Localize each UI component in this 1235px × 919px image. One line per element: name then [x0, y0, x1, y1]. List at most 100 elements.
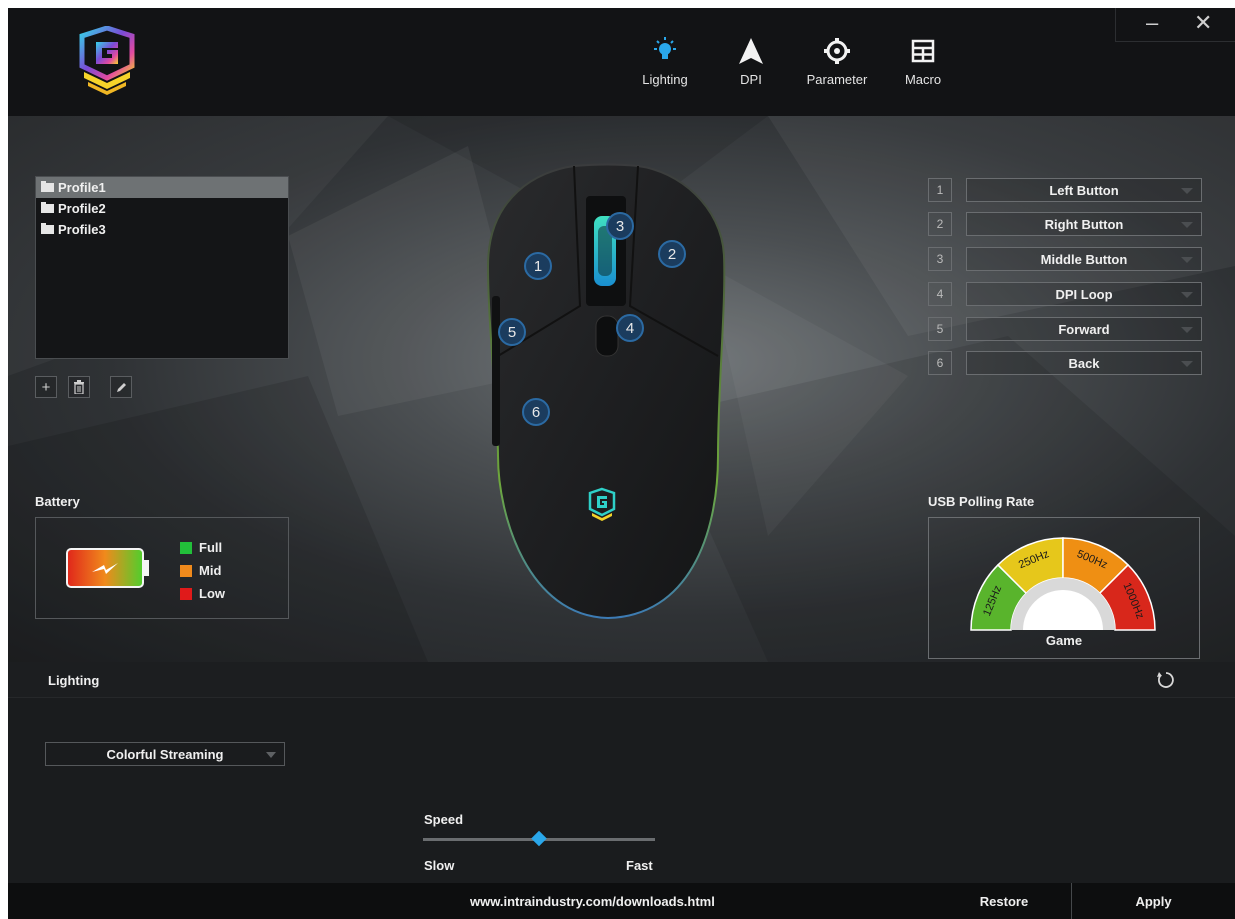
mouse-button-3-badge[interactable]: 3 [606, 212, 634, 240]
legend-item: Full [180, 536, 225, 559]
profile-label: Profile1 [58, 180, 106, 195]
legend-swatch [180, 564, 192, 577]
top-bar: Lighting DPI Parameter Macro – ✕ [8, 8, 1235, 116]
profile-item[interactable]: Profile2 [36, 198, 288, 219]
arrow-up-icon [739, 38, 763, 64]
assignment-row: 5 Forward [928, 317, 1202, 341]
mouse-button-1-badge[interactable]: 1 [524, 252, 552, 280]
mouse-button-2-badge[interactable]: 2 [658, 240, 686, 268]
assignment-row: 4 DPI Loop [928, 282, 1202, 306]
assignment-value: Back [1068, 355, 1100, 371]
assignment-select[interactable]: DPI Loop [966, 282, 1202, 306]
legend-item: Low [180, 582, 225, 605]
tab-parameter[interactable]: Parameter [802, 36, 872, 96]
reset-icon[interactable] [1156, 670, 1176, 690]
speed-slider[interactable] [423, 830, 655, 847]
minimize-button[interactable]: – [1146, 10, 1158, 36]
folder-icon [41, 223, 54, 234]
tab-parameter-label: Parameter [806, 72, 868, 87]
window-controls: – ✕ [1115, 8, 1235, 42]
trash-icon [74, 380, 84, 394]
speed-slider-handle[interactable] [531, 830, 547, 847]
folder-icon [41, 181, 54, 192]
bulb-icon [654, 37, 676, 59]
pencil-icon [116, 382, 126, 392]
assignment-select[interactable]: Right Button [966, 212, 1202, 236]
restore-button[interactable]: Restore [938, 883, 1070, 919]
assignment-select[interactable]: Left Button [966, 178, 1202, 202]
assignment-number: 5 [928, 317, 952, 341]
assignment-row: 6 Back [928, 351, 1202, 375]
apply-button[interactable]: Apply [1072, 883, 1235, 919]
rename-profile-button[interactable] [110, 376, 132, 398]
assignment-value: Right Button [1044, 216, 1124, 232]
chevron-down-icon [1181, 257, 1193, 263]
legend-label: Low [199, 586, 225, 601]
chevron-down-icon [1181, 361, 1193, 367]
assignment-number: 2 [928, 212, 952, 236]
footer-bar: www.intraindustry.com/downloads.html Res… [8, 883, 1235, 919]
battery-legend: Full Mid Low [180, 536, 225, 605]
chevron-down-icon [1181, 292, 1193, 298]
assignment-select[interactable]: Back [966, 351, 1202, 375]
assignment-value: DPI Loop [1055, 286, 1113, 302]
profile-label: Profile3 [58, 222, 106, 237]
assignment-value: Forward [1058, 321, 1110, 337]
mouse-illustration: 1 2 3 4 5 6 [478, 156, 738, 626]
chevron-down-icon [1181, 327, 1193, 333]
main-panel: Profile1 Profile2 Profile3 + Battery Ful… [8, 116, 1235, 662]
lighting-effect-select[interactable]: Colorful Streaming [45, 742, 285, 766]
battery-title: Battery [35, 494, 80, 509]
mouse-button-6-badge[interactable]: 6 [522, 398, 550, 426]
close-button[interactable]: ✕ [1194, 10, 1212, 36]
profile-list: Profile1 Profile2 Profile3 [35, 176, 289, 359]
assignment-number: 3 [928, 247, 952, 271]
assignment-row: 2 Right Button [928, 212, 1202, 236]
assignment-value: Middle Button [1040, 251, 1128, 267]
plus-icon: + [41, 378, 51, 396]
add-profile-button[interactable]: + [35, 376, 57, 398]
lighting-header: Lighting [8, 662, 1235, 698]
gear-icon [824, 38, 850, 64]
tab-macro-label: Macro [904, 72, 942, 87]
mouse-button-5-badge[interactable]: 5 [498, 318, 526, 346]
download-link[interactable]: www.intraindustry.com/downloads.html [470, 894, 715, 909]
polling-rate-gauge: 125Hz250Hz 500Hz1000Hz [970, 537, 1156, 631]
delete-profile-button[interactable] [68, 376, 90, 398]
tab-lighting[interactable]: Lighting [636, 36, 694, 96]
battery-icon [66, 548, 149, 588]
assignment-number: 6 [928, 351, 952, 375]
legend-swatch [180, 587, 192, 600]
assignment-select[interactable]: Forward [966, 317, 1202, 341]
assignment-number: 1 [928, 178, 952, 202]
legend-swatch [180, 541, 192, 554]
tab-lighting-label: Lighting [642, 72, 688, 87]
assignment-row: 1 Left Button [928, 178, 1202, 202]
legend-item: Mid [180, 559, 225, 582]
assignment-row: 3 Middle Button [928, 247, 1202, 271]
profile-item[interactable]: Profile1 [36, 177, 288, 198]
legend-label: Mid [199, 563, 222, 578]
polling-rate-panel: 125Hz 250Hz 500Hz 1000Hz Game [928, 517, 1200, 659]
speed-label: Speed [424, 812, 464, 827]
chevron-down-icon [1181, 188, 1193, 194]
polling-mode-label: Game [1045, 633, 1083, 648]
tab-dpi-label: DPI [740, 72, 762, 87]
mouse-button-4-badge[interactable]: 4 [616, 314, 644, 342]
battery-panel: Full Mid Low [35, 517, 289, 619]
assignment-select[interactable]: Middle Button [966, 247, 1202, 271]
lighting-effect-value: Colorful Streaming [106, 746, 224, 762]
chevron-down-icon [266, 752, 276, 758]
app-window: Lighting DPI Parameter Macro – ✕ Profile… [8, 8, 1235, 919]
speed-min-label: Slow [424, 858, 455, 873]
grid-icon [911, 39, 935, 63]
assignment-value: Left Button [1049, 182, 1119, 198]
profile-item[interactable]: Profile3 [36, 219, 288, 240]
tab-macro[interactable]: Macro [900, 36, 946, 96]
brand-logo-icon [79, 26, 135, 95]
tab-dpi[interactable]: DPI [726, 36, 776, 96]
legend-label: Full [199, 540, 223, 555]
chevron-down-icon [1181, 222, 1193, 228]
profile-label: Profile2 [58, 201, 106, 216]
lighting-body: Colorful Streaming Speed Slow Fast [8, 698, 1235, 883]
